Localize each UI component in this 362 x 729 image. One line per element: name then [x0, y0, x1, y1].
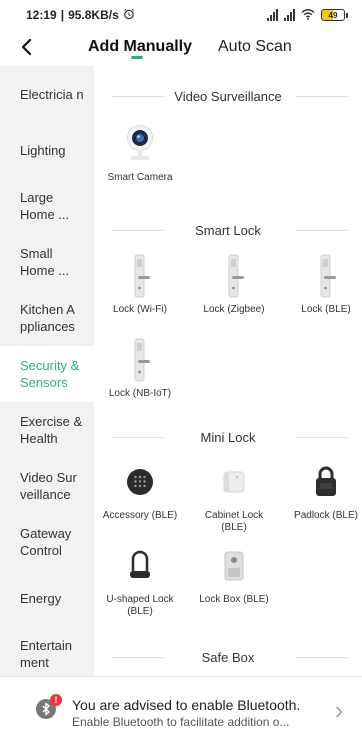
header: Add Manually Auto Scan [0, 30, 362, 64]
camera-icon [118, 120, 162, 168]
sidebar-item-kitchen[interactable]: Kitchen A ppliances [0, 290, 94, 346]
sidebar-item-energy[interactable]: Energy [0, 570, 94, 626]
sidebar-item-exercise[interactable]: Exercise & Health [0, 402, 94, 458]
sidebar-item-video[interactable]: Video Sur veillance [0, 458, 94, 514]
lock-box-icon [212, 542, 256, 590]
bluetooth-subtitle: Enable Bluetooth to facilitate addition … [72, 715, 290, 729]
device-lock-wifi[interactable]: Lock (Wi-Fi) [101, 252, 179, 316]
device-name: Cabinet Lock (BLE) [204, 510, 264, 533]
sidebar-item-electrician[interactable]: Electricia n [0, 66, 94, 122]
u-lock-icon [118, 542, 162, 590]
device-name: Smart Camera [107, 172, 173, 183]
wifi-icon [301, 8, 315, 22]
device-name: Lock (NB-IoT) [108, 388, 172, 399]
sidebar-item-large-home[interactable]: Large Home ... [0, 178, 94, 234]
padlock-icon [304, 458, 348, 506]
device-lock-zigbee[interactable]: Lock (Zigbee) [195, 252, 273, 316]
door-lock-icon [304, 252, 348, 300]
status-left: 12:19 | 95.8KB/s [26, 8, 135, 23]
active-tab-indicator [131, 56, 143, 59]
sidebar-item-security[interactable]: Security & Sensors [0, 346, 94, 402]
chevron-left-icon [21, 38, 32, 56]
door-lock-icon [118, 336, 162, 384]
bluetooth-prompt[interactable]: ! You are advised to enable Bluetooth. E… [0, 676, 362, 729]
battery-level: 49 [321, 9, 345, 21]
category-sidebar: Electricia n Lighting Large Home ... Sma… [0, 66, 94, 676]
alarm-icon [123, 8, 135, 23]
section-title-mini-lock: Mini Lock [94, 428, 362, 446]
device-smart-camera[interactable]: Smart Camera [101, 120, 179, 184]
device-lock-box[interactable]: Lock Box (BLE) [195, 542, 273, 606]
device-accessory[interactable]: Accessory (BLE) [101, 458, 179, 522]
sidebar-item-entertainment[interactable]: Entertain ment [0, 626, 94, 682]
device-cabinet-lock[interactable]: Cabinet Lock (BLE) [195, 458, 273, 534]
device-name: Lock (BLE) [301, 304, 351, 315]
back-button[interactable] [14, 33, 38, 61]
sidebar-item-small-home[interactable]: Small Home ... [0, 234, 94, 290]
tab-auto-scan[interactable]: Auto Scan [218, 30, 292, 64]
cell-signal-2-icon [284, 9, 295, 21]
device-name: Lock Box (BLE) [199, 594, 269, 605]
sidebar-item-lighting[interactable]: Lighting [0, 122, 94, 178]
device-name: U-shaped Lock (BLE) [106, 594, 174, 617]
section-title-safe-box: Safe Box [94, 648, 362, 666]
status-separator: | [60, 8, 65, 22]
battery-icon: 49 [321, 9, 348, 21]
cell-signal-icon [267, 9, 278, 21]
alert-badge: ! [50, 694, 62, 706]
device-name: Lock (Wi-Fi) [113, 304, 167, 315]
device-lock-ble[interactable]: Lock (BLE) [287, 252, 362, 316]
device-list: Video Surveillance Smart Camera Smart Lo… [94, 66, 362, 676]
device-u-shaped-lock[interactable]: U-shaped Lock (BLE) [101, 542, 179, 618]
bluetooth-title: You are advised to enable Bluetooth. [72, 697, 301, 713]
chevron-right-icon [332, 705, 346, 719]
door-lock-icon [212, 252, 256, 300]
section-title-smart-lock: Smart Lock [94, 221, 362, 239]
status-time: 12:19 [26, 8, 57, 22]
keypad-icon [118, 458, 162, 506]
device-name: Padlock (BLE) [294, 510, 358, 521]
section-title-video-surveillance: Video Surveillance [94, 87, 362, 105]
cabinet-lock-icon [212, 458, 256, 506]
device-name: Lock (Zigbee) [203, 304, 265, 315]
device-name: Accessory (BLE) [102, 510, 178, 521]
door-lock-icon [118, 252, 162, 300]
device-lock-nb-iot[interactable]: Lock (NB-IoT) [101, 336, 179, 400]
status-speed: 95.8KB/s [68, 8, 119, 22]
status-bar: 12:19 | 95.8KB/s 49 [0, 0, 362, 30]
sidebar-item-gateway[interactable]: Gateway Control [0, 514, 94, 570]
device-padlock[interactable]: Padlock (BLE) [287, 458, 362, 522]
status-right: 49 [267, 8, 348, 22]
